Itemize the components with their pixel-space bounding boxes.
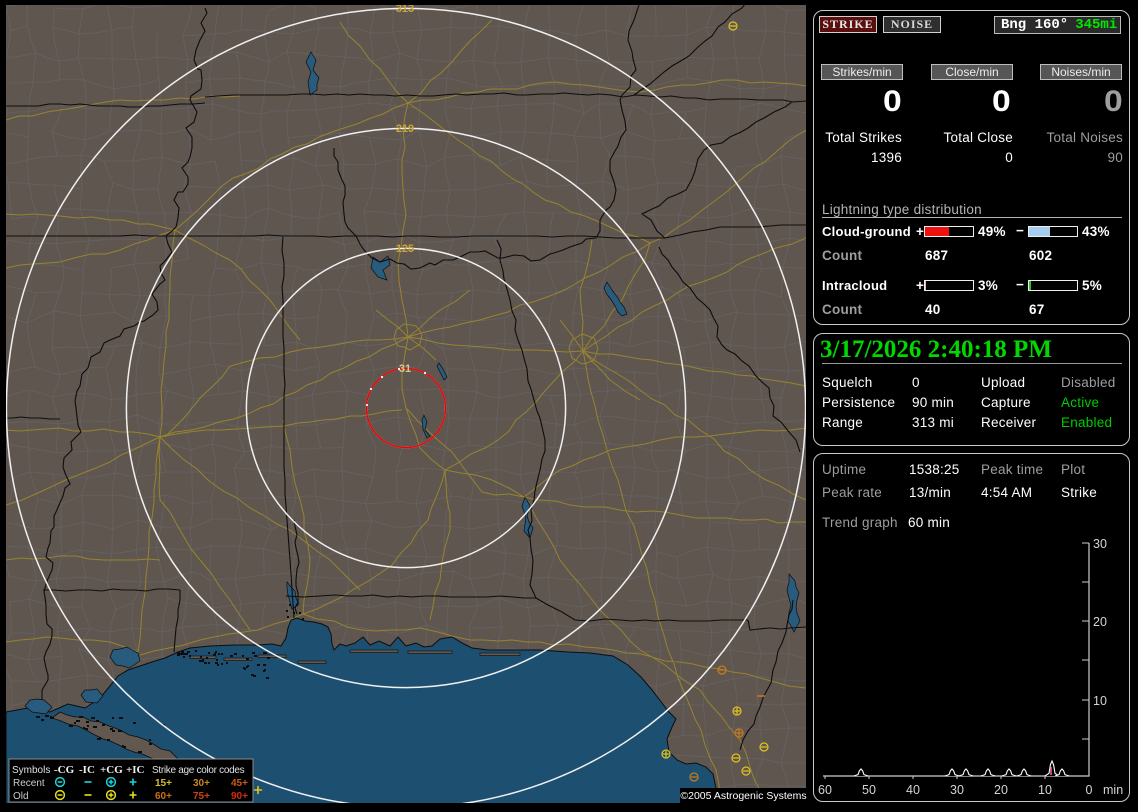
svg-text:30+: 30+ xyxy=(193,778,210,789)
svg-text:Old: Old xyxy=(13,791,29,802)
svg-text:45+: 45+ xyxy=(231,778,248,789)
svg-text:-CG: -CG xyxy=(54,764,75,776)
svg-text:60: 60 xyxy=(818,783,832,797)
svg-text:20: 20 xyxy=(994,783,1008,797)
svg-text:Recent: Recent xyxy=(13,778,45,789)
svg-text:min: min xyxy=(1103,783,1123,797)
svg-text:75+: 75+ xyxy=(193,791,210,802)
svg-text:-IC: -IC xyxy=(79,764,95,776)
svg-text:30: 30 xyxy=(950,783,964,797)
svg-text:+CG: +CG xyxy=(100,764,123,776)
svg-text:20: 20 xyxy=(1093,615,1107,629)
svg-text:30: 30 xyxy=(1093,537,1107,551)
svg-text:0: 0 xyxy=(1086,783,1093,797)
svg-text:10: 10 xyxy=(1093,694,1107,708)
svg-text:40: 40 xyxy=(906,783,920,797)
svg-text:+IC: +IC xyxy=(126,764,145,776)
svg-text:Symbols: Symbols xyxy=(12,765,50,776)
svg-text:125: 125 xyxy=(396,243,414,255)
svg-text:50: 50 xyxy=(862,783,876,797)
svg-text:90+: 90+ xyxy=(231,791,248,802)
svg-text:15+: 15+ xyxy=(155,778,172,789)
svg-text:10: 10 xyxy=(1038,783,1052,797)
svg-text:31: 31 xyxy=(399,363,411,375)
svg-text:313: 313 xyxy=(396,5,414,15)
svg-text:60+: 60+ xyxy=(155,791,172,802)
svg-text:Strike age color codes: Strike age color codes xyxy=(152,765,245,776)
svg-text:219: 219 xyxy=(396,123,414,135)
